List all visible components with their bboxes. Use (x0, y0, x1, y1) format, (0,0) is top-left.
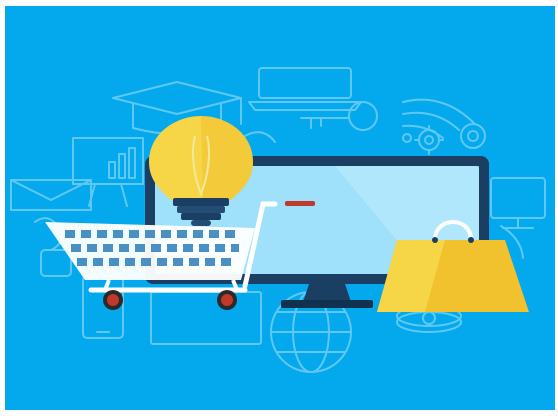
ecommerce-illustration (5, 6, 555, 410)
